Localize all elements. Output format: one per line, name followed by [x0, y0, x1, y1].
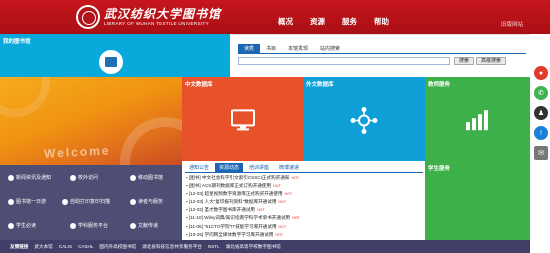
hot-badge: HOT: [275, 232, 283, 237]
hot-badge: HOT: [257, 208, 265, 213]
search-panel: 读秀 书目 本馆发现 站内搜索 搜索 高级搜索: [232, 34, 530, 77]
reader-icon: [130, 198, 136, 205]
tour-icon: [8, 198, 14, 205]
friendly-links-bar: 友情链接 武大本馆 CALIS CASHL 国内外高校图书馆 湖北省科技信息共享…: [0, 240, 530, 253]
tile-teacher-service[interactable]: 教师服务: [425, 77, 530, 161]
banner-text: Welcome: [43, 143, 111, 161]
news-icon: [8, 174, 14, 181]
my-library-title: 我的图书馆: [3, 39, 31, 45]
search-tab-duxiu[interactable]: 读秀: [238, 44, 261, 53]
site-header: 武汉纺织大学图书馆 LIBRARY OF WUHAN TEXTILE UNIVE…: [0, 0, 550, 34]
old-site-link[interactable]: 旧版网站: [501, 20, 523, 28]
service-self-print[interactable]: 自助打印复印扫描: [62, 198, 110, 205]
link-item[interactable]: CALIS: [59, 244, 72, 249]
hot-badge: HOT: [284, 192, 293, 197]
printer-icon: [62, 198, 68, 205]
link-item[interactable]: 湖北省高等学校数字图书馆: [226, 244, 281, 250]
tile-chinese-database-title: 中文数据库: [185, 82, 213, 88]
book-icon: [8, 222, 14, 229]
list-item[interactable]: [12-03] 人大“复印报刊资料”数据库开通试用HOT: [186, 198, 422, 206]
logo-english-name: LIBRARY OF WUHAN TEXTILE UNIVERSITY: [104, 20, 209, 26]
wechat-icon[interactable]: ✆: [534, 86, 548, 100]
link-item[interactable]: 国内外高校图书馆: [99, 244, 136, 250]
service-subject-platform[interactable]: 学科服务平台: [70, 222, 108, 229]
news-tab-weibo[interactable]: 微博速递: [275, 163, 303, 172]
list-item[interactable]: [12-03] 超星视频数字资源库正式购买开通使用HOT: [186, 190, 422, 198]
bar-chart-icon: [465, 110, 488, 131]
search-button[interactable]: 搜索: [454, 57, 474, 65]
library-logo[interactable]: 武汉纺织大学图书馆 LIBRARY OF WUHAN TEXTILE UNIVE…: [76, 3, 244, 31]
feedback-icon[interactable]: ✉: [534, 146, 548, 160]
link-item[interactable]: NSTL: [208, 244, 220, 249]
service-news[interactable]: 新闻资讯及通知: [8, 174, 51, 181]
platform-icon: [70, 222, 76, 229]
news-tab-notices[interactable]: 通知公告: [185, 163, 213, 172]
advanced-search-button[interactable]: 高级搜索: [476, 57, 506, 65]
search-tabs: 读秀 书目 本馆发现 站内搜索: [238, 44, 346, 53]
services-grid: 新闻资讯及通知 校外访问 移动图书馆 图书馆一日游 自助打印复印扫描 读者与服务…: [0, 165, 182, 240]
list-item[interactable]: [图书] ACS期刊数据库正式订购开通使用HOT: [186, 182, 422, 190]
qq-icon[interactable]: ♟: [534, 106, 548, 120]
service-must-read[interactable]: 学生必读: [8, 222, 36, 229]
network-icon: [350, 107, 378, 134]
nav-item-help[interactable]: 帮助: [374, 16, 389, 27]
list-item[interactable]: [11-06] “51CTO学院”IT技能学习库开通试用HOT: [186, 223, 422, 231]
service-library-tour[interactable]: 图书馆一日游: [8, 198, 46, 205]
link-item[interactable]: CASHL: [78, 244, 93, 249]
search-tab-catalog[interactable]: 书目: [260, 44, 282, 53]
hot-badge: HOT: [278, 224, 287, 229]
nav-item-overview[interactable]: 概况: [278, 16, 293, 27]
logo-chinese-name: 武汉纺织大学图书馆: [104, 6, 222, 21]
list-item[interactable]: [10-25] 学问网全媒体数字学习库开通试用HOT: [186, 231, 422, 239]
remote-icon: [70, 174, 76, 181]
search-tab-underline: [238, 53, 526, 54]
nav-item-services[interactable]: 服务: [342, 16, 357, 27]
main-nav: 概况 资源 服务 帮助: [278, 16, 389, 27]
service-reader[interactable]: 读者与服务: [130, 198, 163, 205]
university-seal-icon: [76, 5, 100, 29]
hot-badge: HOT: [292, 216, 300, 221]
list-item[interactable]: [11-10] Wiley词典/知识指南学科学术单书开通试用HOT: [186, 214, 422, 222]
news-list: [图书] 中文社会科学引文索引CSSCI正式购买通知HOT [图书] ACS期刊…: [186, 174, 422, 239]
friendly-links-title: 友情链接: [10, 243, 29, 249]
link-item[interactable]: 武大本馆: [34, 244, 52, 250]
tile-foreign-database-title: 外文数据库: [306, 82, 334, 88]
weibo-icon[interactable]: ●: [534, 66, 548, 80]
tile-student-service[interactable]: 学生服务: [425, 161, 530, 240]
search-input[interactable]: [238, 57, 450, 65]
tile-teacher-service-title: 教师服务: [428, 82, 451, 88]
news-tab-training[interactable]: 培训讲座: [245, 163, 273, 172]
news-tab-resources[interactable]: 资源动态: [215, 163, 244, 172]
tile-student-service-title: 学生服务: [428, 166, 451, 172]
info-icon[interactable]: !: [534, 126, 548, 140]
service-mobile-library[interactable]: 移动图书馆: [130, 174, 163, 181]
search-tab-discovery[interactable]: 本馆发现: [282, 44, 314, 53]
hot-badge: HOT: [273, 184, 281, 189]
service-remote-access[interactable]: 校外访问: [70, 174, 98, 181]
my-library-icon[interactable]: [99, 50, 123, 74]
tile-chinese-database[interactable]: 中文数据库: [182, 77, 303, 161]
news-tabs: 通知公告 资源动态 培训讲座 微博速递: [185, 163, 303, 172]
list-item[interactable]: [图书] 中文社会科学引文索引CSSCI正式购买通知HOT: [186, 174, 422, 182]
floating-share-bar: ● ✆ ♟ ! ✉: [531, 66, 550, 166]
nav-item-resources[interactable]: 资源: [310, 16, 325, 27]
tile-foreign-database[interactable]: 外文数据库: [303, 77, 425, 161]
mobile-icon: [130, 174, 136, 181]
link-item[interactable]: 湖北省科技信息共享服务平台: [142, 244, 202, 250]
news-panel: 通知公告 资源动态 培训讲座 微博速递 [图书] 中文社会科学引文索引CSSCI…: [182, 161, 425, 240]
list-item[interactable]: [12-02] 圣才数字图书库开通试用HOT: [186, 206, 422, 214]
welcome-banner[interactable]: Welcome: [0, 77, 182, 165]
monitor-icon: [230, 109, 255, 131]
hot-badge: HOT: [278, 200, 287, 205]
hot-badge: HOT: [291, 176, 300, 180]
my-library-panel[interactable]: 我的图书馆: [0, 34, 230, 77]
delivery-icon: [130, 222, 136, 229]
service-document-delivery[interactable]: 文献传递: [130, 222, 158, 229]
search-tab-site[interactable]: 站内搜索: [314, 44, 346, 53]
